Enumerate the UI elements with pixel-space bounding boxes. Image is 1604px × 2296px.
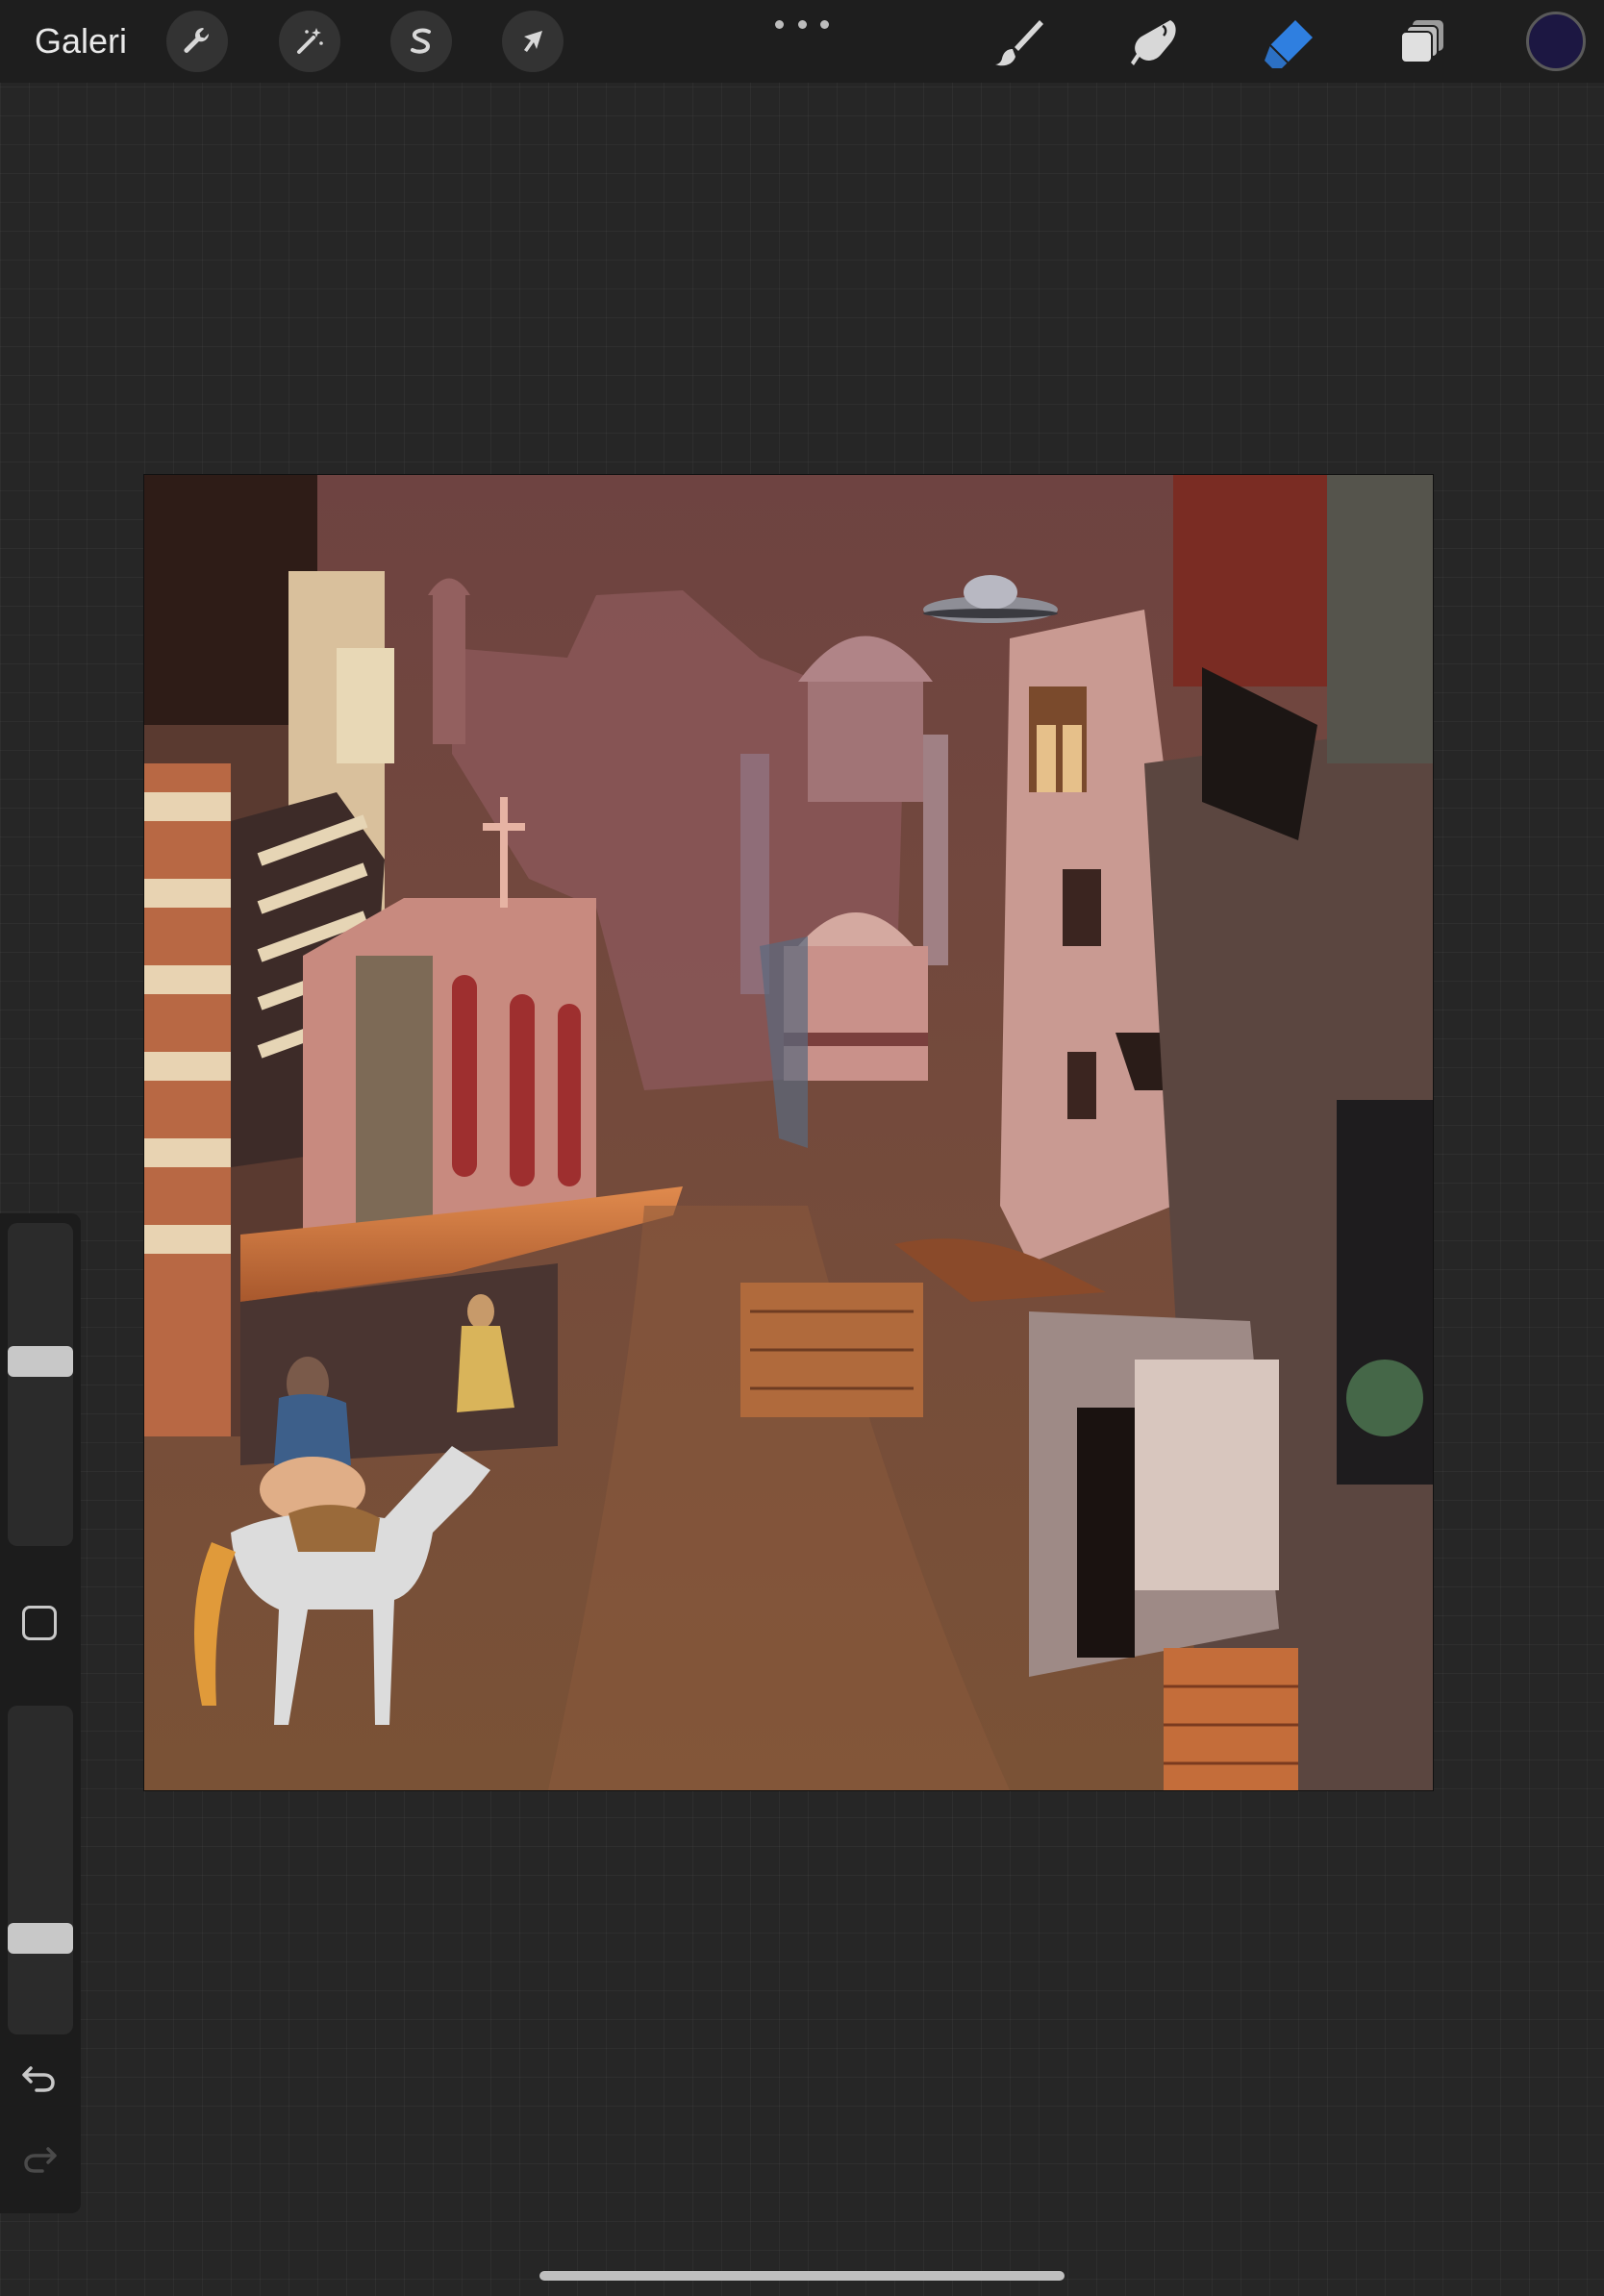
top-toolbar: Galeri [0, 0, 1604, 83]
procreate-app: Galeri [0, 0, 1604, 2296]
layers-button[interactable] [1394, 13, 1452, 71]
brush-size-slider-thumb[interactable] [8, 1346, 73, 1377]
smudge-tool-button[interactable] [1125, 13, 1183, 71]
selection-s-icon [411, 28, 431, 54]
home-indicator[interactable] [539, 2271, 1065, 2281]
wrench-icon [184, 28, 210, 53]
adjustments-button[interactable] [279, 11, 340, 72]
artwork-painting [144, 475, 1433, 1790]
magic-wand-icon [297, 28, 323, 54]
modify-button[interactable] [22, 1606, 57, 1640]
brush-tool-button[interactable] [990, 13, 1048, 71]
actions-button[interactable] [166, 11, 228, 72]
color-picker-swatch[interactable] [1526, 12, 1586, 71]
ellipsis-icon-dot [797, 19, 807, 29]
brush-size-slider[interactable] [8, 1223, 73, 1546]
transform-button[interactable] [502, 11, 564, 72]
layers-icon [1400, 20, 1443, 63]
opacity-slider-thumb[interactable] [8, 1923, 73, 1954]
selection-button[interactable] [390, 11, 452, 72]
redo-icon[interactable] [19, 2139, 60, 2180]
more-options-button[interactable] [775, 8, 829, 40]
drawing-canvas[interactable] [144, 475, 1433, 1790]
ellipsis-icon-dot [775, 19, 784, 29]
eraser-tool-button[interactable] [1260, 13, 1317, 71]
ellipsis-icon-dot [820, 19, 829, 29]
eraser-icon [1265, 20, 1313, 68]
gallery-button[interactable]: Galeri [35, 17, 127, 65]
undo-icon[interactable] [19, 2059, 60, 2099]
arrow-cursor-icon [524, 31, 542, 52]
left-sidebar [0, 1213, 81, 2213]
smudge-finger-icon [1131, 20, 1176, 65]
brush-icon [995, 20, 1043, 66]
opacity-slider[interactable] [8, 1706, 73, 2034]
